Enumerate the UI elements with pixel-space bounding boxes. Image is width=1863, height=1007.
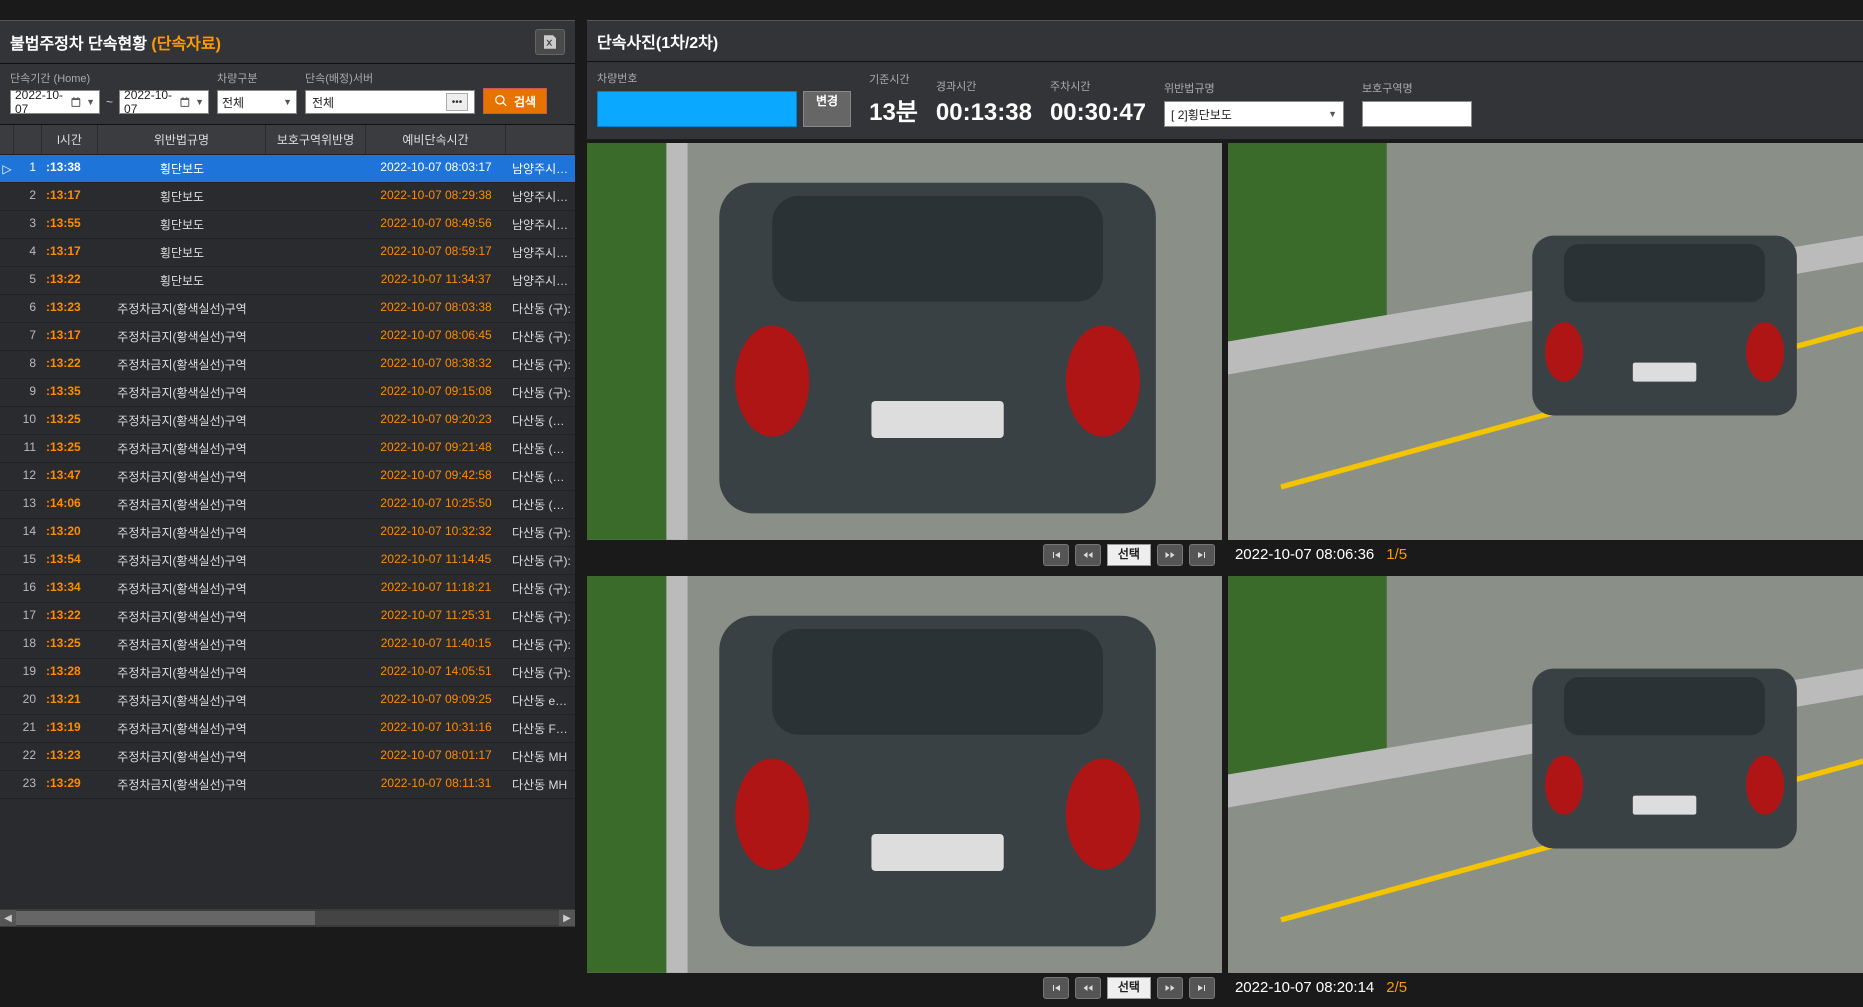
- vehicle-type-select[interactable]: 전체 ▼: [217, 90, 297, 114]
- shot1-last-button[interactable]: [1189, 544, 1215, 566]
- right-panel-header: 단속사진(1차/2차): [587, 20, 1863, 62]
- calendar-icon: [70, 95, 82, 109]
- shot2-controls: 선택 2022-10-07 08:20:14 2/5: [587, 973, 1863, 1003]
- search-button[interactable]: 검색: [483, 88, 547, 114]
- export-excel-button[interactable]: [535, 29, 565, 55]
- shot2-closeup[interactable]: [587, 576, 1222, 973]
- shot1-timestamp: 2022-10-07 08:06:36: [1235, 546, 1374, 563]
- table-row[interactable]: 9:13:35주정차금지(황색실선)구역2022-10-07 09:15:08다…: [0, 379, 575, 407]
- shot1-controls: 선택 2022-10-07 08:06:36 1/5: [587, 540, 1863, 570]
- elapsed-value: 00:13:38: [936, 99, 1032, 127]
- table-row[interactable]: 20:13:21주정차금지(황색실선)구역2022-10-07 09:09:25…: [0, 687, 575, 715]
- label-ref-time: 기준시간: [869, 71, 918, 87]
- table-row[interactable]: 4:13:17횡단보도2022-10-07 08:59:17남양주시청 ;: [0, 239, 575, 267]
- park-time-value: 00:30:47: [1050, 99, 1146, 127]
- search-bar: 단속기간 (Home) 2022-10-07 ▼ ~ 2022-10-07 ▼: [0, 64, 575, 124]
- table-row[interactable]: 23:13:29주정차금지(황색실선)구역2022-10-07 08:11:31…: [0, 771, 575, 799]
- date-from-input[interactable]: 2022-10-07 ▼: [10, 90, 100, 114]
- date-to-input[interactable]: 2022-10-07 ▼: [119, 90, 209, 114]
- table-row[interactable]: 14:13:20주정차금지(황색실선)구역2022-10-07 10:32:32…: [0, 519, 575, 547]
- table-row[interactable]: 13:14:06주정차금지(황색실선)구역2022-10-07 10:25:50…: [0, 491, 575, 519]
- table-row[interactable]: 17:13:22주정차금지(황색실선)구역2022-10-07 11:25:31…: [0, 603, 575, 631]
- horizontal-scrollbar[interactable]: ◀ ▶: [0, 909, 575, 927]
- table-row[interactable]: 10:13:25주정차금지(황색실선)구역2022-10-07 09:20:23…: [0, 407, 575, 435]
- label-park-time: 주차시간: [1050, 78, 1146, 94]
- col-zone: 보호구역위반명: [266, 125, 366, 154]
- shot2-timestamp: 2022-10-07 08:20:14: [1235, 979, 1374, 996]
- shot2-prev-button[interactable]: [1075, 977, 1101, 999]
- table-row[interactable]: 3:13:55횡단보도2022-10-07 08:49:56남양주시청 ;: [0, 211, 575, 239]
- shot1-wide[interactable]: [1228, 143, 1863, 540]
- search-icon: [494, 94, 508, 108]
- shot2-wide[interactable]: [1228, 576, 1863, 973]
- shot2-count: 2/5: [1386, 979, 1407, 996]
- grid-body[interactable]: ▷1:13:38횡단보도2022-10-07 08:03:17남양주시청 ;2:…: [0, 155, 575, 909]
- shot2-next-button[interactable]: [1157, 977, 1183, 999]
- detail-bar: 차량번호 변경 기준시간 13분 경과시간 00:13:38 주차시간 00:3…: [587, 62, 1863, 139]
- table-row[interactable]: 16:13:34주정차금지(황색실선)구역2022-10-07 11:18:21…: [0, 575, 575, 603]
- left-panel-header: 불법주정차 단속현황 (단속자료): [0, 20, 575, 64]
- table-row[interactable]: 12:13:47주정차금지(황색실선)구역2022-10-07 09:42:58…: [0, 463, 575, 491]
- shot2-select-button[interactable]: 선택: [1107, 977, 1151, 999]
- grid-header: l시간 위반법규명 보호구역위반명 예비단속시간: [0, 125, 575, 155]
- table-row[interactable]: 5:13:22횡단보도2022-10-07 11:34:37남양주시청 ;: [0, 267, 575, 295]
- rule-select[interactable]: [ 2]횡단보도 ▼: [1164, 101, 1344, 127]
- chevron-down-icon: ▼: [283, 97, 292, 107]
- title-main: 불법주정차 단속현황: [10, 36, 147, 53]
- zone-select[interactable]: [1362, 101, 1472, 127]
- plate-input[interactable]: [597, 91, 797, 127]
- ref-time-value: 13분: [869, 92, 918, 127]
- table-row[interactable]: 22:13:23주정차금지(황색실선)구역2022-10-07 08:01:17…: [0, 743, 575, 771]
- calendar-icon: [179, 95, 191, 109]
- table-row[interactable]: 2:13:17횡단보도2022-10-07 08:29:38남양주시청 ;: [0, 183, 575, 211]
- shot2-first-button[interactable]: [1043, 977, 1069, 999]
- right-title: 단속사진(1차/2차): [597, 29, 718, 53]
- table-row[interactable]: 8:13:22주정차금지(황색실선)구역2022-10-07 08:38:32다…: [0, 351, 575, 379]
- table-row[interactable]: 21:13:19주정차금지(황색실선)구역2022-10-07 10:31:16…: [0, 715, 575, 743]
- change-button[interactable]: 변경: [803, 91, 851, 127]
- label-rule: 위반법규명: [1164, 80, 1344, 96]
- table-row[interactable]: 11:13:25주정차금지(황색실선)구역2022-10-07 09:21:48…: [0, 435, 575, 463]
- shot1-prev-button[interactable]: [1075, 544, 1101, 566]
- label-zone: 보호구역명: [1362, 80, 1472, 96]
- table-row[interactable]: 7:13:17주정차금지(황색실선)구역2022-10-07 08:06:45다…: [0, 323, 575, 351]
- label-server: 단속(배정)서버: [305, 70, 475, 86]
- col-pre: 예비단속시간: [366, 125, 506, 154]
- scroll-left-icon[interactable]: ◀: [0, 910, 16, 926]
- excel-icon: [541, 33, 559, 51]
- scroll-right-icon[interactable]: ▶: [559, 910, 575, 926]
- shot1-select-button[interactable]: 선택: [1107, 544, 1151, 566]
- shot1-count: 1/5: [1386, 546, 1407, 563]
- col-time: l시간: [42, 125, 98, 154]
- server-browse-button[interactable]: •••: [446, 93, 468, 111]
- table-row[interactable]: 18:13:25주정차금지(황색실선)구역2022-10-07 11:40:15…: [0, 631, 575, 659]
- label-period: 단속기간 (Home): [10, 70, 209, 86]
- chevron-down-icon: ▼: [1328, 109, 1337, 119]
- title-sub: (단속자료): [151, 36, 221, 53]
- table-row[interactable]: 15:13:54주정차금지(황색실선)구역2022-10-07 11:14:45…: [0, 547, 575, 575]
- shot1-closeup[interactable]: [587, 143, 1222, 540]
- table-row[interactable]: 19:13:28주정차금지(황색실선)구역2022-10-07 14:05:51…: [0, 659, 575, 687]
- table-row[interactable]: ▷1:13:38횡단보도2022-10-07 08:03:17남양주시청 ;: [0, 155, 575, 183]
- server-select[interactable]: 전체 •••: [305, 90, 475, 114]
- label-elapsed: 경과시간: [936, 78, 1032, 94]
- shot1-next-button[interactable]: [1157, 544, 1183, 566]
- shot2-last-button[interactable]: [1189, 977, 1215, 999]
- label-vehicle-type: 차량구분: [217, 70, 297, 86]
- col-rule: 위반법규명: [98, 125, 266, 154]
- shot1-first-button[interactable]: [1043, 544, 1069, 566]
- table-row[interactable]: 6:13:23주정차금지(황색실선)구역2022-10-07 08:03:38다…: [0, 295, 575, 323]
- tilde: ~: [106, 95, 113, 109]
- label-plate: 차량번호: [597, 70, 851, 86]
